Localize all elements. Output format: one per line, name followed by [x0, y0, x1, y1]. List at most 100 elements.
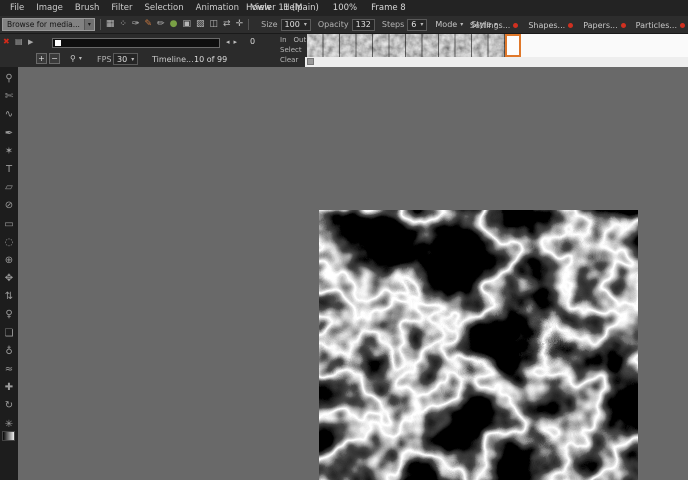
opacity-field[interactable]: 132 — [352, 19, 375, 31]
scissors-tool-icon[interactable]: ✄ — [2, 91, 16, 102]
wave-tool-icon[interactable]: ≈ — [2, 364, 16, 375]
browse-media-label: Browse for media... — [3, 19, 84, 30]
timeline-button[interactable]: Timeline... — [152, 55, 194, 64]
next-frame-icon[interactable]: ▸ — [234, 38, 242, 46]
status-dot-icon — [621, 23, 626, 28]
window-title-group: Howler 11 (Main) 100% Frame 8 — [246, 0, 406, 16]
mirror-icon[interactable]: ◫ — [210, 20, 219, 29]
pencil-icon[interactable]: ✎ — [145, 20, 153, 29]
opacity-label: Opacity — [318, 20, 349, 29]
stamp-icon[interactable]: ▣ — [182, 20, 191, 29]
zoom-tool-icon[interactable]: ⊕ — [2, 255, 16, 266]
current-frame-thumbnail[interactable] — [505, 34, 521, 57]
document-canvas[interactable] — [319, 210, 638, 480]
star-tool-icon[interactable]: ✳ — [2, 419, 16, 430]
text-tool-icon[interactable]: T — [2, 164, 16, 175]
particles-button[interactable]: Particles... — [636, 21, 685, 30]
spray-tool-icon[interactable]: ✶ — [2, 146, 16, 157]
panel-buttons: Settings... Shapes... Papers... Particle… — [470, 16, 685, 34]
pin-tool-icon[interactable]: ⚲ — [2, 73, 16, 84]
empty-frame-area[interactable] — [521, 34, 688, 57]
animation-frame-bar: ✖ ▤ ▶ ◂▸ 0 + − ⚲ ▾ FPS 30 ▾ Timeline... … — [0, 34, 688, 67]
curve-tool-icon[interactable]: ∿ — [2, 109, 16, 120]
frame-chip — [55, 40, 61, 46]
status-dot-icon — [513, 23, 518, 28]
rect-select-tool-icon[interactable]: ▭ — [2, 219, 16, 230]
prev-frame-icon[interactable]: ◂ — [226, 38, 234, 46]
divider — [100, 19, 101, 30]
ellipse-slash-tool-icon[interactable]: ⊘ — [2, 200, 16, 211]
toolbar-icons: ▦ ⁘ ✑ ✎ ✏ ● ▣ ▨ ◫ ⇄ ✛ — [106, 20, 243, 29]
move-tool-icon[interactable]: ✚ — [2, 382, 16, 393]
texture-icon[interactable]: ▨ — [196, 20, 205, 29]
workspace-background — [18, 67, 688, 480]
zoom-level: 100% — [333, 3, 357, 13]
main-toolbar: Browse for media... ▾ ▦ ⁘ ✑ ✎ ✏ ● ▣ ▨ ◫ ⇄ ✛ Size 1… — [0, 16, 688, 34]
nib-tool-icon[interactable]: ✒ — [2, 128, 16, 139]
status-dot-icon — [680, 23, 685, 28]
chevron-down-icon: ▾ — [79, 55, 82, 62]
marker-tool-icon[interactable]: ♀ — [2, 309, 16, 320]
pan-tool-icon[interactable]: ✥ — [2, 273, 16, 284]
chevron-down-icon: ▾ — [460, 21, 463, 28]
tool-sidebar: ⚲ ✄ ∿ ✒ ✶ T ▱ ⊘ ▭ ◌ ⊕ ✥ ⇅ ♀ ❏ ♁ ≈ ✚ ↻ ✳ — [0, 67, 18, 480]
ellipse-select-tool-icon[interactable]: ◌ — [2, 237, 16, 248]
crop-tool-icon[interactable]: ▱ — [2, 182, 16, 193]
marker-dropdown[interactable]: ⚲ ▾ — [70, 54, 82, 63]
menu-item[interactable]: Image — [30, 3, 69, 13]
clear-label[interactable]: Clear — [280, 57, 298, 64]
steps-dropdown[interactable]: 6 ▾ — [407, 19, 427, 31]
layers-tool-icon[interactable]: ❏ — [2, 328, 16, 339]
menu-item[interactable]: Filter — [105, 3, 138, 13]
delete-frame-icon[interactable]: ✖ — [3, 37, 10, 46]
steps-label: Steps — [382, 20, 404, 29]
grid-icon[interactable]: ▦ — [106, 20, 115, 29]
menu-item[interactable]: Animation — [190, 3, 245, 13]
shapes-button[interactable]: Shapes... — [528, 21, 573, 30]
chevron-down-icon: ▾ — [420, 21, 423, 28]
chevron-down-icon[interactable]: ▾ — [84, 19, 94, 30]
menu-item[interactable]: File — [4, 3, 30, 13]
remove-frame-button[interactable]: − — [49, 53, 60, 64]
out-label[interactable]: Out — [294, 37, 307, 44]
dots-icon[interactable]: ⁘ — [119, 20, 127, 29]
frame-nav-arrows[interactable]: ◂▸ — [226, 38, 241, 46]
timeline-scrub-bar[interactable] — [305, 57, 688, 67]
media-name-field[interactable] — [52, 38, 220, 48]
airbrush-icon[interactable]: ✏ — [157, 20, 165, 29]
lamp-tool-icon[interactable]: ♁ — [2, 346, 16, 357]
mode-label: Mode — [435, 20, 457, 29]
rotate-tool-icon[interactable]: ↻ — [2, 400, 16, 411]
mode-dropdown[interactable]: Mode ▾ — [435, 20, 463, 29]
status-dot-icon — [568, 23, 573, 28]
papers-button[interactable]: Papers... — [583, 21, 625, 30]
marker-icon: ⚲ — [70, 54, 76, 63]
size-value: 100 — [285, 20, 300, 29]
menu-item[interactable]: Selection — [138, 3, 189, 13]
howler-app-window: FileImageBrushFilterSelectionAnimationVi… — [0, 0, 688, 480]
steps-value: 6 — [411, 20, 416, 29]
opacity-value: 132 — [356, 20, 371, 29]
fps-dropdown[interactable]: 30 ▾ — [113, 53, 138, 65]
play-icon[interactable]: ▶ — [28, 38, 33, 46]
size-dropdown[interactable]: 100 ▾ — [281, 19, 311, 31]
scrub-handle[interactable] — [307, 58, 314, 65]
target-icon[interactable]: ✛ — [236, 20, 244, 29]
swap-icon[interactable]: ⇄ — [223, 20, 231, 29]
frame-indicator: Frame 8 — [371, 3, 406, 13]
select-label[interactable]: Select — [280, 47, 302, 54]
green-dot-icon[interactable]: ● — [170, 20, 178, 29]
frame-grid-icon[interactable]: ▤ — [15, 37, 23, 46]
browse-media-dropdown[interactable]: Browse for media... ▾ — [2, 18, 95, 31]
brush-icon[interactable]: ✑ — [132, 20, 140, 29]
menu-bar: FileImageBrushFilterSelectionAnimationVi… — [0, 0, 688, 16]
menu-item[interactable]: Brush — [69, 3, 106, 13]
frame-thumbnail-strip[interactable] — [307, 34, 505, 57]
size-label: Size — [261, 20, 277, 29]
window-title: Howler 11 (Main) — [246, 3, 319, 13]
in-label[interactable]: In — [280, 37, 287, 44]
updown-tool-icon[interactable]: ⇅ — [2, 291, 16, 302]
add-frame-button[interactable]: + — [36, 53, 47, 64]
gradient-swatch[interactable] — [2, 431, 15, 441]
settings-button[interactable]: Settings... — [470, 21, 518, 30]
